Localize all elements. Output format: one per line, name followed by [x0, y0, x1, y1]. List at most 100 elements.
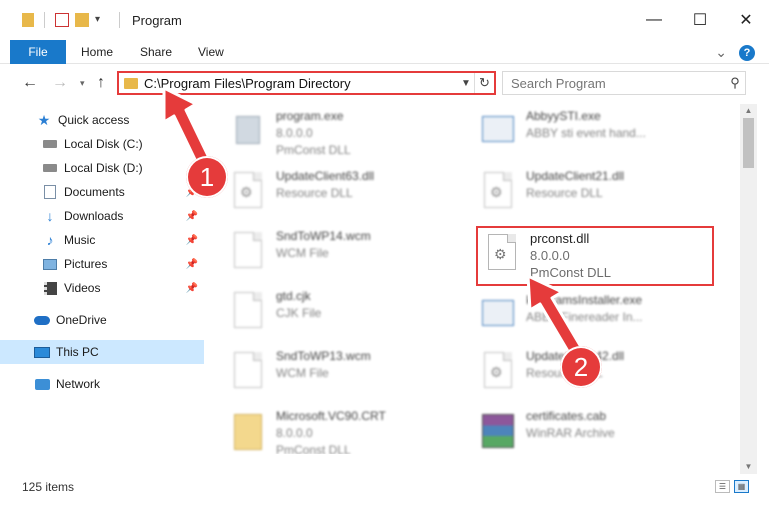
- tab-file[interactable]: File: [10, 40, 66, 64]
- list-item[interactable]: SndToWP13.wcm WCM File: [210, 346, 440, 402]
- ribbon-right: ⌄ ?: [715, 44, 755, 61]
- separator: [44, 12, 45, 28]
- pictures-icon: [42, 257, 58, 271]
- pin-icon[interactable]: 📌: [186, 283, 198, 294]
- dll-icon: ⚙: [484, 232, 520, 276]
- file-type: WCM File: [276, 246, 329, 260]
- list-item-highlighted[interactable]: ⚙ prconst.dll 8.0.0.0 PmConst DLL: [476, 226, 714, 286]
- details-view-icon[interactable]: ☰: [715, 480, 730, 493]
- file-name: gtd.cjk: [276, 289, 311, 303]
- list-item[interactable]: certificates.cab WinRAR Archive: [460, 406, 690, 454]
- file-type: Resource DLL: [526, 186, 603, 200]
- list-item[interactable]: Microsoft.VC90.CRT 8.0.0.0 PmConst DLL: [210, 406, 440, 454]
- address-bar[interactable]: C:\Program Files\Program Directory ▼ ↻: [117, 71, 496, 95]
- exe-icon: [480, 294, 516, 338]
- star-icon: ★: [37, 111, 51, 128]
- help-icon[interactable]: ?: [739, 44, 755, 61]
- chevron-down-icon[interactable]: ▼: [458, 78, 474, 89]
- file-type: Resource DLL: [276, 186, 353, 200]
- tab-view[interactable]: View: [198, 40, 224, 64]
- file-version: 8.0.0.0: [276, 426, 313, 440]
- expand-ribbon-icon[interactable]: ⌄: [715, 44, 727, 61]
- customize-toolbar-icon[interactable]: ▾: [95, 13, 109, 27]
- folder-icon: [230, 410, 266, 454]
- sidebar-item-this-pc[interactable]: This PC: [0, 340, 204, 364]
- maximize-button[interactable]: ☐: [677, 0, 723, 40]
- exe-icon: [230, 110, 266, 154]
- sidebar-item-quick-access[interactable]: ★ Quick access: [0, 108, 204, 132]
- list-item[interactable]: ProgramsInstaller.exe ABBY Finereader In.…: [460, 290, 690, 346]
- file-name: SndToWP13.wcm: [276, 349, 371, 363]
- new-folder-icon[interactable]: [75, 13, 89, 27]
- dll-icon: ⚙: [480, 170, 516, 214]
- minimize-button[interactable]: —: [631, 0, 677, 40]
- file-name: SndToWP14.wcm: [276, 229, 371, 243]
- sidebar-item-label: Downloads: [64, 209, 124, 223]
- scroll-up-icon[interactable]: ▲: [740, 104, 757, 118]
- up-icon[interactable]: ↑: [97, 74, 105, 92]
- sidebar-item-onedrive[interactable]: OneDrive: [0, 308, 204, 332]
- list-item[interactable]: ⚙ UpdateClient63.dll Resource DLL: [210, 166, 440, 222]
- file-list: program.exe 8.0.0.0 PmConst DLL AbbyySTI.e…: [210, 104, 740, 454]
- address-path[interactable]: C:\Program Files\Program Directory: [144, 76, 458, 91]
- sidebar-item-pictures[interactable]: Pictures 📌: [0, 252, 204, 276]
- file-icon: [230, 350, 266, 394]
- sidebar-item-label: Network: [56, 377, 101, 391]
- list-item[interactable]: gtd.cjk CJK File: [210, 286, 440, 342]
- file-name: Microsoft.VC90.CRT: [276, 409, 386, 423]
- tab-share[interactable]: Share: [140, 40, 172, 64]
- search-box[interactable]: ⚲: [502, 71, 746, 95]
- tiles-view-icon[interactable]: ▦: [734, 480, 749, 493]
- sidebar-item-label: Pictures: [64, 257, 108, 271]
- search-icon[interactable]: ⚲: [725, 75, 745, 91]
- close-button[interactable]: ✕: [723, 0, 769, 40]
- file-version: 8.0.0.0: [530, 248, 570, 263]
- scroll-down-icon[interactable]: ▼: [740, 460, 757, 474]
- status-bar: 125 items: [0, 476, 769, 498]
- file-description: PmConst DLL: [276, 443, 351, 454]
- sidebar-item-local-disk-d[interactable]: Local Disk (D:): [0, 156, 204, 180]
- sidebar-item-label: This PC: [56, 345, 99, 359]
- scroll-thumb[interactable]: [743, 118, 754, 168]
- file-name: program.exe: [276, 109, 344, 123]
- title-bar: ▾ Program — ☐ ✕: [0, 0, 769, 40]
- sidebar-item-videos[interactable]: Videos 📌: [0, 276, 204, 300]
- forward-icon[interactable]: →: [52, 74, 68, 92]
- pin-icon[interactable]: 📌: [186, 259, 198, 270]
- sidebar-item-label: Videos: [64, 281, 101, 295]
- list-item[interactable]: program.exe 8.0.0.0 PmConst DLL: [210, 106, 440, 162]
- properties-icon[interactable]: [55, 13, 69, 27]
- music-icon: ♪: [46, 232, 54, 248]
- pin-icon[interactable]: 📌: [186, 211, 198, 222]
- cloud-icon: [34, 313, 50, 327]
- drive-icon: [42, 161, 58, 175]
- sidebar-item-label: OneDrive: [56, 313, 107, 327]
- folder-icon: [124, 77, 138, 89]
- sidebar-item-music[interactable]: ♪ Music 📌: [0, 228, 204, 252]
- search-input[interactable]: [503, 75, 725, 91]
- computer-icon: [34, 345, 50, 359]
- back-icon[interactable]: ←: [22, 74, 38, 92]
- file-type: WCM File: [276, 366, 329, 380]
- sidebar-item-documents[interactable]: Documents 📌: [0, 180, 204, 204]
- item-count: 125 items: [22, 480, 75, 494]
- sidebar-item-local-disk-c[interactable]: Local Disk (C:): [0, 132, 204, 156]
- vertical-scrollbar[interactable]: ▲ ▼: [740, 104, 757, 474]
- file-type: CJK File: [276, 306, 322, 320]
- refresh-icon[interactable]: ↻: [474, 73, 494, 93]
- sidebar-item-downloads[interactable]: ↓ Downloads 📌: [0, 204, 204, 228]
- archive-icon: [480, 410, 516, 454]
- sidebar-item-label: Quick access: [58, 113, 130, 127]
- pin-icon[interactable]: 📌: [186, 235, 198, 246]
- annotation-marker-2: 2: [560, 346, 602, 388]
- list-item[interactable]: SndToWP14.wcm WCM File: [210, 226, 440, 282]
- file-type: WinRAR Archive: [526, 426, 615, 440]
- list-item[interactable]: ⚙ UpdateClient21.dll Resource DLL: [460, 166, 690, 222]
- list-item[interactable]: AbbyySTI.exe ABBY sti event hand...: [460, 106, 690, 162]
- tab-home[interactable]: Home: [81, 40, 113, 64]
- recent-locations-icon[interactable]: ▾: [80, 78, 85, 89]
- folder-icon[interactable]: [22, 13, 34, 27]
- file-icon: [230, 290, 266, 334]
- quick-access-toolbar: ▾: [0, 12, 124, 28]
- sidebar-item-network[interactable]: Network: [0, 372, 204, 396]
